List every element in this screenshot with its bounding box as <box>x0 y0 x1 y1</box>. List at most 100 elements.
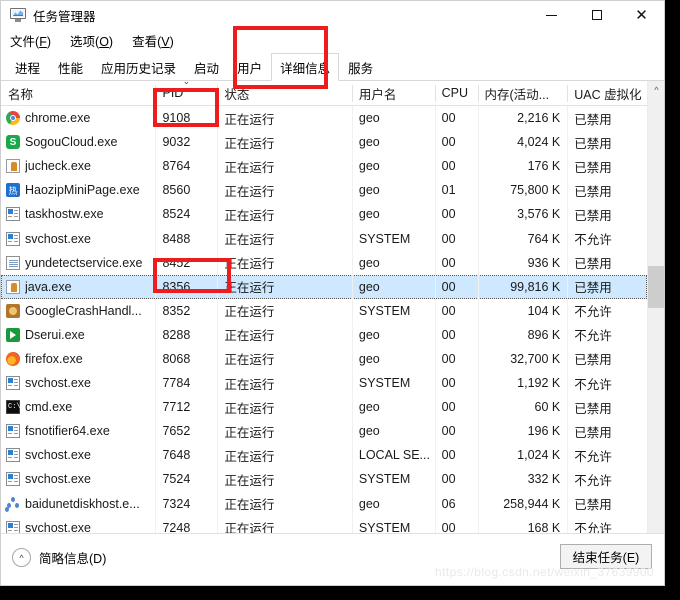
cell-memory: 332 K <box>477 467 568 492</box>
column-header-cpu[interactable]: CPU <box>434 81 478 106</box>
tab-startup[interactable]: 启动 <box>185 53 228 81</box>
column-header-name[interactable]: 名称 <box>1 81 155 106</box>
table-row[interactable]: svchost.exe 7784 正在运行 SYSTEM 00 1,192 K 不允许 <box>1 371 647 396</box>
cell-cpu: 06 <box>434 491 478 516</box>
process-name: svchost.exe <box>25 376 92 391</box>
cell-cpu: 00 <box>434 419 478 444</box>
footer-bar: ^ 简略信息(D) 结束任务(E) https://blog.csdn.net/… <box>1 533 664 585</box>
cell-memory: 176 K <box>477 154 568 179</box>
table-row[interactable]: jucheck.exe 8764 正在运行 geo 00 176 K 已禁用 <box>1 154 647 179</box>
cell-status: 正在运行 <box>217 491 352 516</box>
table-row[interactable]: GoogleCrashHandl... 8352 正在运行 SYSTEM 00 104 K… <box>1 298 647 323</box>
process-name: HaozipMiniPage.exe <box>25 183 140 198</box>
vertical-scrollbar[interactable]: ^ v <box>647 81 664 556</box>
tab-users[interactable]: 用户 <box>228 53 271 81</box>
cell-cpu: 00 <box>434 443 478 468</box>
tab-app-history[interactable]: 应用历史记录 <box>92 53 185 81</box>
generic-app-icon <box>6 231 20 246</box>
cell-uac: 不允许 <box>567 226 647 251</box>
chrome-icon <box>6 111 20 126</box>
cell-name: cmd.exe <box>1 395 155 419</box>
process-name: cmd.exe <box>25 400 73 415</box>
cell-status: 正在运行 <box>217 371 352 396</box>
cell-cpu: 00 <box>434 395 478 420</box>
cell-pid: 8764 <box>155 154 217 179</box>
cell-pid: 7648 <box>155 443 217 468</box>
tab-processes[interactable]: 进程 <box>6 53 49 81</box>
menu-item-options[interactable]: 选项(O) <box>70 31 113 50</box>
cell-uac: 已禁用 <box>567 346 647 372</box>
fewer-details-button[interactable]: ^ 简略信息(D) <box>12 548 106 567</box>
cell-pid: 8524 <box>155 202 217 227</box>
cell-uac: 已禁用 <box>567 178 647 203</box>
cell-uac: 不允许 <box>567 322 647 347</box>
window-title: 任务管理器 <box>33 9 96 24</box>
table-row[interactable]: fsnotifier64.exe 7652 正在运行 geo 00 196 K 已禁用 <box>1 419 647 444</box>
cell-uac: 不允许 <box>567 443 647 468</box>
cell-uac: 已禁用 <box>567 154 647 179</box>
cell-pid: 8488 <box>155 226 217 251</box>
cell-uac: 不允许 <box>567 467 647 492</box>
table-row[interactable]: java.exe 8356 正在运行 geo 00 99,816 K 已禁用 <box>1 274 647 299</box>
maximize-button[interactable] <box>574 1 619 29</box>
table-row[interactable]: chrome.exe 9108 正在运行 geo 00 2,216 K 已禁用 <box>1 106 647 131</box>
cell-status: 正在运行 <box>217 346 352 372</box>
close-button[interactable]: ✕ <box>619 1 664 29</box>
task-manager-icon <box>10 8 26 22</box>
column-header-status[interactable]: 状态 <box>217 81 352 106</box>
cell-status: 正在运行 <box>217 274 352 299</box>
cell-memory: 896 K <box>477 322 568 347</box>
cell-name: taskhostw.exe <box>1 202 155 226</box>
sort-descending-caret-icon: ⌄ <box>183 81 191 86</box>
cell-pid: 8288 <box>155 322 217 347</box>
table-row[interactable]: cmd.exe 7712正在运行geo0060 K已禁用 <box>1 395 647 420</box>
document-icon <box>6 255 20 270</box>
cell-memory: 3,576 K <box>477 202 568 227</box>
table-row[interactable]: svchost.exe 7648 正在运行 LOCAL SE... 00 1,024 K不… <box>1 443 647 468</box>
cell-uac: 已禁用 <box>567 274 647 299</box>
tab-performance[interactable]: 性能 <box>49 53 92 81</box>
table-row[interactable]: baidunetdiskhost.e... 7324 正在运行 geo 06 258,94… <box>1 491 647 516</box>
cell-pid: 9032 <box>155 130 217 155</box>
menu-item-view[interactable]: 查看(V) <box>132 31 174 50</box>
table-row[interactable]: yundetectservice.exe 8452 正在运行 geo 00 936 K 已禁… <box>1 250 647 275</box>
cell-username: SYSTEM <box>351 298 435 323</box>
tab-details[interactable]: 详细信息 <box>271 53 340 81</box>
column-header-uac[interactable]: UAC 虚拟化 <box>567 81 647 106</box>
column-header-memory[interactable]: 内存(活动... <box>477 81 568 106</box>
cell-pid: 8356 <box>155 274 217 299</box>
minimize-button[interactable] <box>529 1 574 29</box>
cell-name: yundetectservice.exe <box>1 251 155 275</box>
cell-username: geo <box>351 322 435 347</box>
table-row[interactable]: SogouCloud.exe 9032正在运行geo004,024 K已禁用 <box>1 130 647 155</box>
cell-status: 正在运行 <box>217 298 352 323</box>
menu-item-file[interactable]: 文件(F) <box>10 31 51 50</box>
cell-name: jucheck.exe <box>1 154 155 178</box>
table-row[interactable]: svchost.exe 8488 正在运行 SYSTEM 00 764 K 不允许 <box>1 226 647 251</box>
scroll-up-arrow-icon[interactable]: ^ <box>648 81 664 98</box>
column-header-username[interactable]: 用户名 <box>351 81 435 106</box>
scrollbar-thumb[interactable] <box>648 266 664 308</box>
column-header-pid[interactable]: ⌄ PID <box>155 81 217 106</box>
table-row[interactable]: HaozipMiniPage.exe 8560正在运行geo0175,800 K已… <box>1 178 647 203</box>
generic-app-icon <box>6 472 20 487</box>
cell-cpu: 00 <box>434 274 478 299</box>
cell-status: 正在运行 <box>217 106 352 131</box>
cell-pid: 7652 <box>155 419 217 444</box>
cell-status: 正在运行 <box>217 178 352 203</box>
cell-username: SYSTEM <box>351 371 435 396</box>
cell-status: 正在运行 <box>217 250 352 275</box>
cell-username: geo <box>351 154 435 179</box>
table-row[interactable]: svchost.exe 7524 正在运行 SYSTEM 00 332 K 不允许 <box>1 467 647 492</box>
table-row[interactable]: taskhostw.exe 8524 正在运行 geo 00 3,576 K 已禁用 <box>1 202 647 227</box>
cell-pid: 8560 <box>155 178 217 203</box>
tab-services[interactable]: 服务 <box>339 53 382 81</box>
table-row[interactable]: firefox.exe 8068 正在运行 geo 00 32,700 K 已禁用 <box>1 346 647 372</box>
process-name: svchost.exe <box>25 472 92 487</box>
table-row[interactable]: Dserui.exe 8288 正在运行 geo 00 896 K 不允许 <box>1 322 647 347</box>
dserui-icon <box>6 327 20 342</box>
generic-app-icon <box>6 376 20 391</box>
cell-username: SYSTEM <box>351 467 435 492</box>
haozip-icon <box>6 183 20 198</box>
process-name: chrome.exe <box>25 111 91 126</box>
